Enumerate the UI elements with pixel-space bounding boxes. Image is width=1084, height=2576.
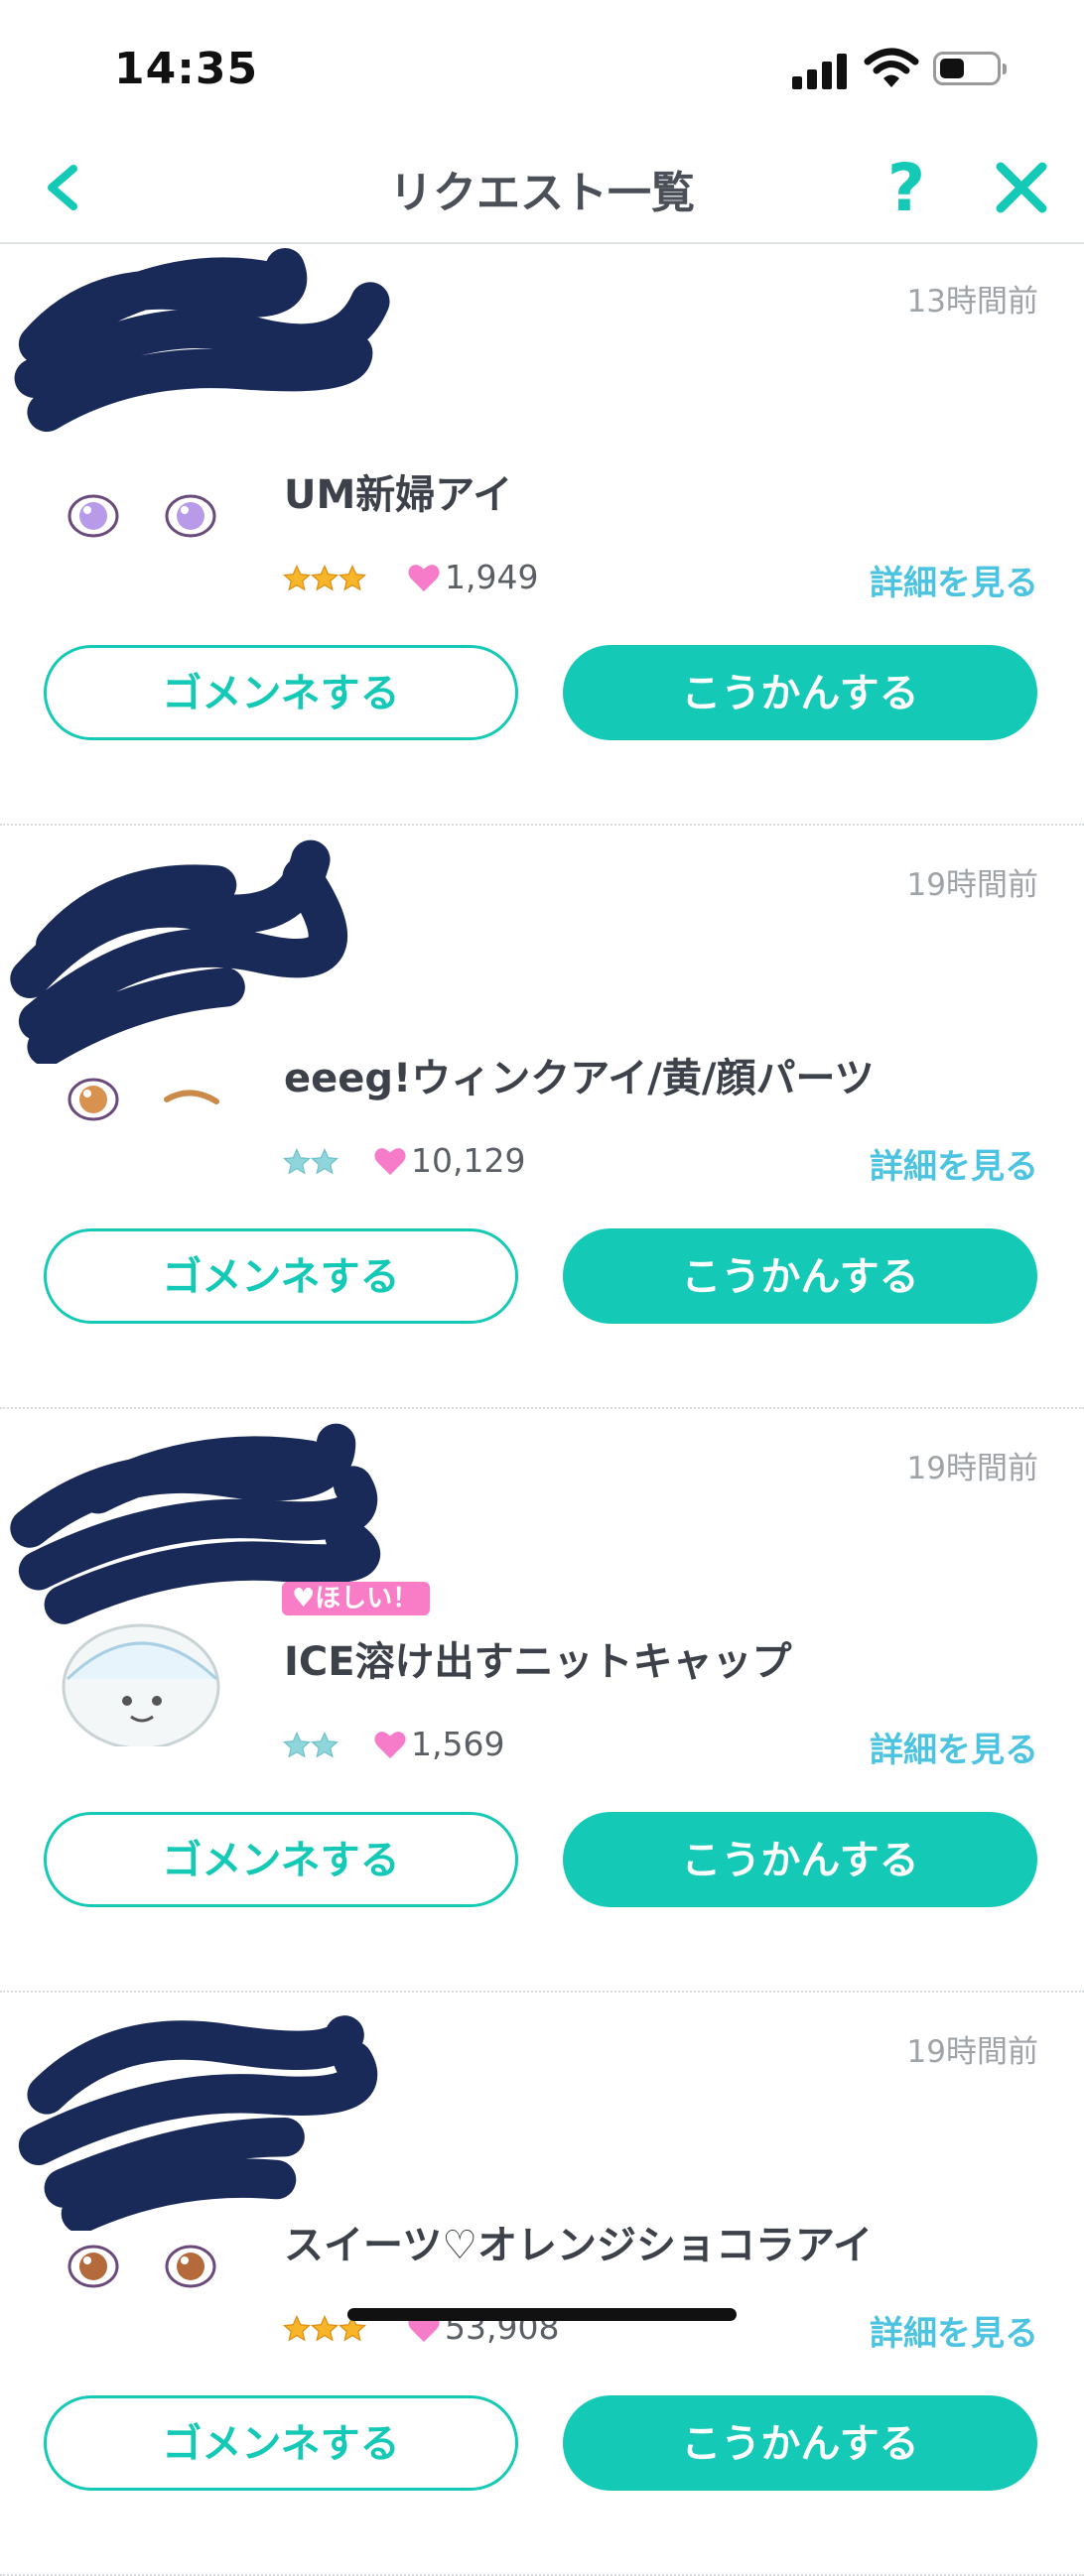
status-bar: 14:35: [0, 0, 1084, 139]
item-name: ICE溶け出すニットキャップ: [284, 1639, 792, 1685]
request-card: 19時間前 ♥ほしい！ ICE溶け出すニットキャップ 1,569 詳細を見る ゴ…: [0, 1409, 1084, 1993]
rarity-star-icon: [282, 2314, 312, 2342]
request-time: 19時間前: [906, 2034, 1038, 2070]
heart-icon: [374, 1731, 406, 1758]
rarity-star-icon: [310, 1147, 339, 1175]
view-details-link[interactable]: 詳細を見る: [870, 1139, 1038, 1188]
help-icon[interactable]: ?: [872, 149, 941, 228]
like-count-value: 1,569: [411, 1725, 505, 1763]
wishlist-badge: ♥ほしい！: [282, 1582, 431, 1615]
item-name: UM新婦アイ: [284, 472, 513, 518]
accept-button[interactable]: こうかんする: [563, 1228, 1037, 1324]
view-details-link[interactable]: 詳細を見る: [870, 556, 1038, 604]
accept-button[interactable]: こうかんする: [563, 645, 1037, 740]
request-time: 19時間前: [906, 867, 1038, 903]
close-icon[interactable]: [987, 153, 1056, 222]
view-details-link[interactable]: 詳細を見る: [870, 2306, 1038, 2355]
knit-cap-icon: [62, 1623, 220, 1746]
accept-button[interactable]: こうかんする: [563, 2395, 1037, 2491]
heart-icon: [408, 564, 440, 591]
rarity-stars: [282, 1731, 339, 1762]
decline-button[interactable]: ゴメンネする: [44, 1228, 518, 1324]
decline-button[interactable]: ゴメンネする: [44, 2395, 518, 2491]
rarity-star-icon: [282, 564, 312, 591]
decline-button[interactable]: ゴメンネする: [44, 645, 518, 740]
rarity-stars: [282, 564, 367, 595]
heart-icon: [374, 1147, 406, 1175]
like-count: 1,949: [407, 558, 538, 596]
home-indicator: [347, 2308, 737, 2321]
rarity-star-icon: [282, 1147, 312, 1175]
redacted-user-scribble: [10, 839, 348, 1064]
request-time: 19時間前: [906, 1451, 1038, 1486]
rarity-star-icon: [338, 564, 367, 591]
like-count: 1,569: [373, 1725, 504, 1763]
like-count-value: 10,129: [411, 1141, 526, 1180]
item-name: スイーツ♡オレンジショコラアイ: [284, 2223, 874, 2268]
view-details-link[interactable]: 詳細を見る: [870, 1723, 1038, 1771]
wifi-icon: [864, 48, 919, 87]
rarity-star-icon: [310, 1731, 339, 1758]
purple-eyes-icon: [68, 494, 216, 538]
battery-icon: [933, 52, 1007, 85]
cellular-signal-icon: [792, 52, 848, 89]
request-card: 19時間前 スイーツ♡オレンジショコラアイ 53,908 詳細を見る ゴメンネす…: [0, 1993, 1084, 2576]
orange-eyes-icon: [68, 2245, 216, 2288]
item-name: eeeg!ウィンクアイ/黄/顔パーツ: [284, 1056, 875, 1101]
rarity-stars: [282, 1147, 339, 1179]
request-card: 19時間前 eeeg!ウィンクアイ/黄/顔パーツ 10,129 詳細を見る ゴメ…: [0, 826, 1084, 1409]
decline-button[interactable]: ゴメンネする: [44, 1812, 518, 1907]
request-time: 13時間前: [906, 284, 1038, 320]
rarity-star-icon: [310, 564, 339, 591]
accept-button[interactable]: こうかんする: [563, 1812, 1037, 1907]
like-count: 10,129: [373, 1141, 525, 1180]
like-count-value: 1,949: [445, 558, 539, 596]
redacted-user-scribble: [18, 2015, 378, 2231]
request-card: 13時間前 UM新婦アイ 1,949 詳細を見る ゴメンネする こうかんする: [0, 242, 1084, 826]
rarity-star-icon: [282, 1731, 312, 1758]
redacted-user-scribble: [14, 248, 390, 433]
rarity-star-icon: [310, 2314, 339, 2342]
status-time: 14:35: [114, 44, 259, 94]
wink-eyes-icon: [68, 1078, 219, 1121]
nav-bar: リクエスト一覧 ?: [0, 139, 1084, 244]
